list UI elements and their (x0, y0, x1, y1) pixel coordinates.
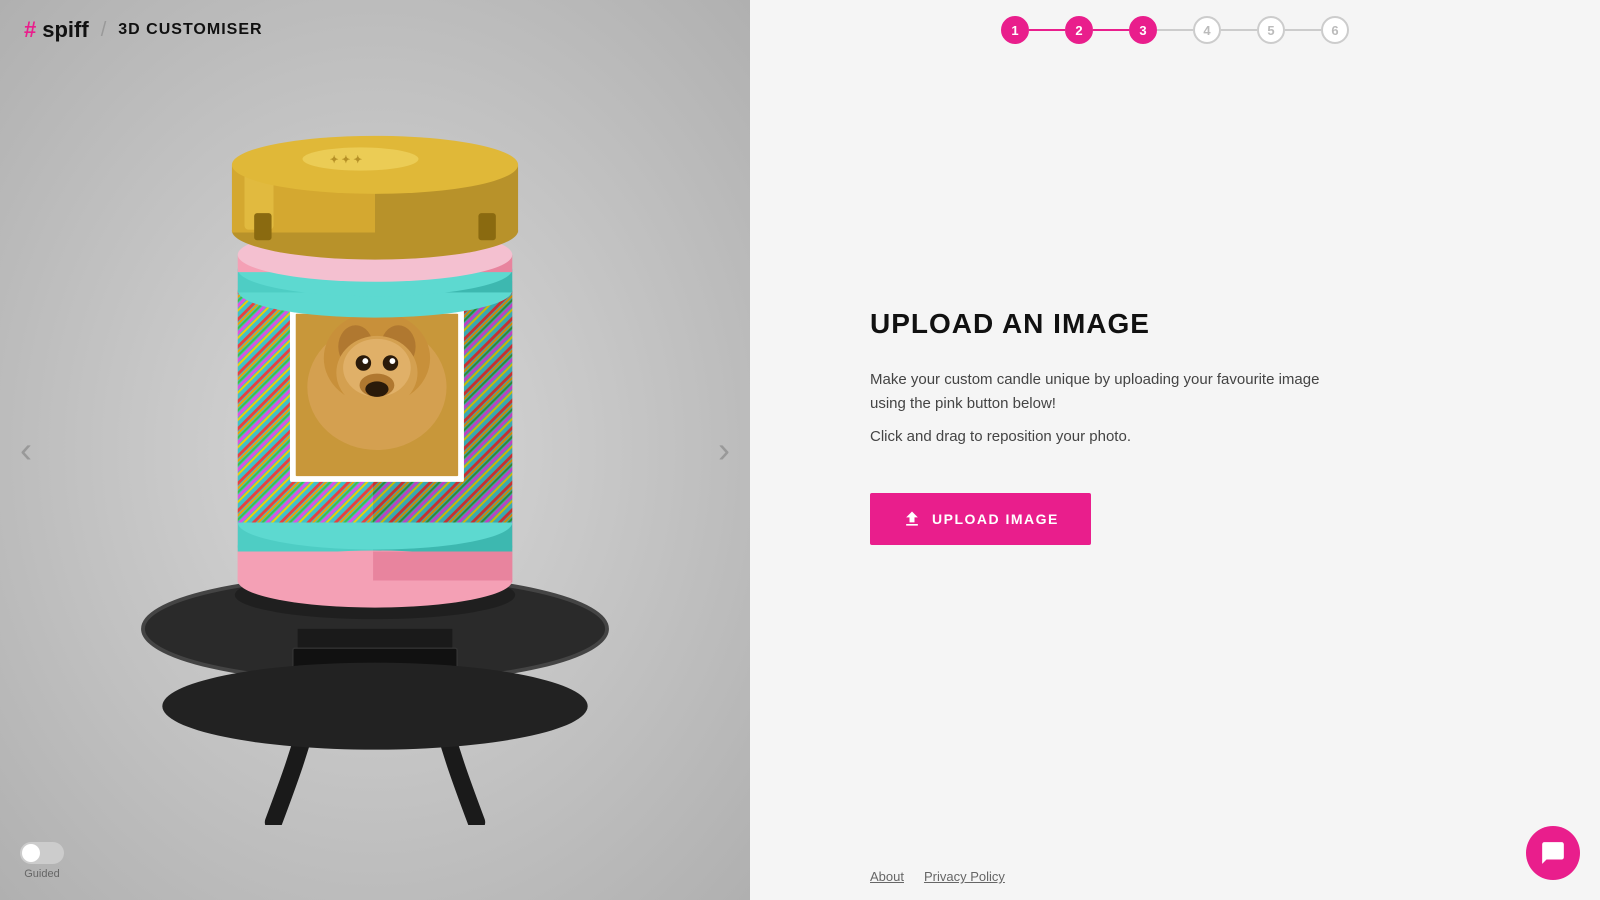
chat-icon (1540, 840, 1566, 866)
logo-divider: / (101, 19, 107, 42)
next-arrow[interactable]: › (708, 419, 740, 481)
about-link[interactable]: About (870, 869, 904, 884)
prev-arrow[interactable]: ‹ (10, 419, 42, 481)
logo: #spiff / 3D CUSTOMISER (24, 17, 263, 43)
right-footer: About Privacy Policy (750, 853, 1600, 900)
upload-icon (902, 509, 922, 529)
toggle-knob (22, 844, 40, 862)
guided-toggle[interactable] (20, 842, 64, 864)
chat-button[interactable] (1526, 826, 1580, 880)
upload-description: Make your custom candle unique by upload… (870, 368, 1350, 416)
right-panel: 1 2 3 4 5 6 UPLOAD AN IMAG (750, 0, 1600, 900)
logo-hash: # (24, 17, 36, 43)
guided-label: Guided (24, 868, 59, 880)
svg-text:✦ ✦ ✦: ✦ ✦ ✦ (330, 154, 363, 166)
upload-hint: Click and drag to reposition your photo. (870, 428, 1480, 445)
logo-spiff: spiff (42, 17, 88, 43)
upload-image-button[interactable]: UPLOAD IMAGE (870, 493, 1091, 545)
upload-title: UPLOAD AN IMAGE (870, 308, 1480, 340)
candle-table-svg: ✦ ✦ ✦ (85, 75, 665, 825)
candle-scene: ✦ ✦ ✦ (85, 75, 665, 825)
privacy-link[interactable]: Privacy Policy (924, 869, 1005, 884)
preview-panel: ✦ ✦ ✦ (0, 0, 750, 900)
logo-subtitle: 3D CUSTOMISER (118, 21, 262, 39)
right-content: UPLOAD AN IMAGE Make your custom candle … (750, 0, 1600, 853)
header: #spiff / 3D CUSTOMISER (0, 0, 1600, 60)
guided-toggle-container: Guided (20, 842, 64, 880)
